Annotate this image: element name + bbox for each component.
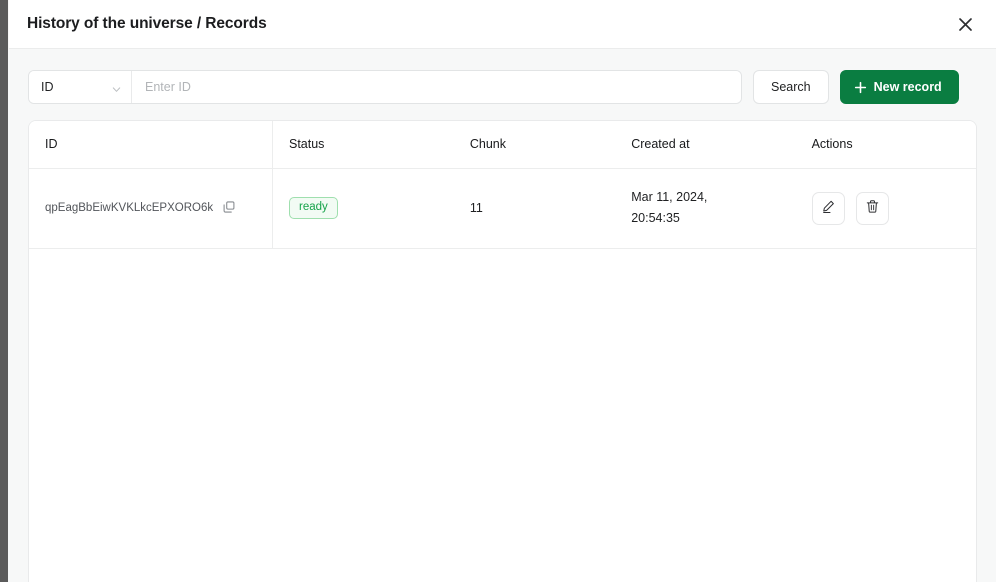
created-at-date: Mar 11, 2024, <box>631 190 708 204</box>
search-input[interactable] <box>132 71 741 103</box>
field-select[interactable]: ID <box>29 71 132 103</box>
modal-header: History of the universe / Records <box>9 0 996 49</box>
delete-record-button[interactable] <box>855 191 889 225</box>
new-record-button[interactable]: New record <box>839 70 959 104</box>
modal-body: ID Search <box>9 49 996 582</box>
column-header-created-at: Created at <box>615 121 796 169</box>
new-record-label: New record <box>873 80 942 94</box>
edit-record-button[interactable] <box>811 191 845 225</box>
background-sidebar-strip <box>0 0 8 582</box>
toolbar: ID Search <box>9 49 996 120</box>
cell-actions <box>795 168 976 249</box>
created-at-time: 20:54:35 <box>631 211 680 225</box>
close-button[interactable] <box>952 11 978 37</box>
records-modal: History of the universe / Records ID Ent… <box>9 0 996 582</box>
close-icon <box>956 15 975 34</box>
column-header-chunk: Chunk <box>453 121 616 169</box>
cell-id: qpEagBbEiwKVKLkcEPXORO6k <box>29 168 273 249</box>
column-header-status: Status <box>272 121 454 169</box>
plus-icon <box>854 81 867 94</box>
record-id-text: qpEagBbEiwKVKLkcEPXORO6k <box>45 202 214 214</box>
search-group: ID <box>28 70 742 104</box>
table-header-row: ID Status Chunk Created at Actions <box>29 121 976 169</box>
cell-chunk: 11 <box>453 168 616 249</box>
records-table: ID Status Chunk Created at Actions qpEag… <box>29 121 976 249</box>
cell-status: ready <box>272 168 454 249</box>
table-empty-area <box>29 248 976 582</box>
chevron-down-icon <box>111 82 122 93</box>
field-select-value: ID <box>41 80 54 94</box>
copy-id-button[interactable] <box>222 200 236 217</box>
table-body: qpEagBbEiwKVKLkcEPXORO6k ready 11 Mar 11… <box>29 168 976 249</box>
records-table-card: ID Status Chunk Created at Actions qpEag… <box>28 120 977 582</box>
table-head: ID Status Chunk Created at Actions <box>29 121 976 169</box>
copy-icon <box>222 200 236 217</box>
trash-icon <box>865 199 880 217</box>
pencil-icon <box>821 199 836 217</box>
table-row: qpEagBbEiwKVKLkcEPXORO6k ready 11 Mar 11… <box>29 168 976 249</box>
page-title: History of the universe / Records <box>27 15 267 32</box>
app-root: s History of the universe / Records ID <box>0 0 996 582</box>
cell-created-at: Mar 11, 2024, 20:54:35 <box>615 168 796 249</box>
status-badge: ready <box>289 197 338 219</box>
column-header-actions: Actions <box>795 121 976 169</box>
column-header-id: ID <box>29 121 273 169</box>
search-button[interactable]: Search <box>753 70 829 104</box>
